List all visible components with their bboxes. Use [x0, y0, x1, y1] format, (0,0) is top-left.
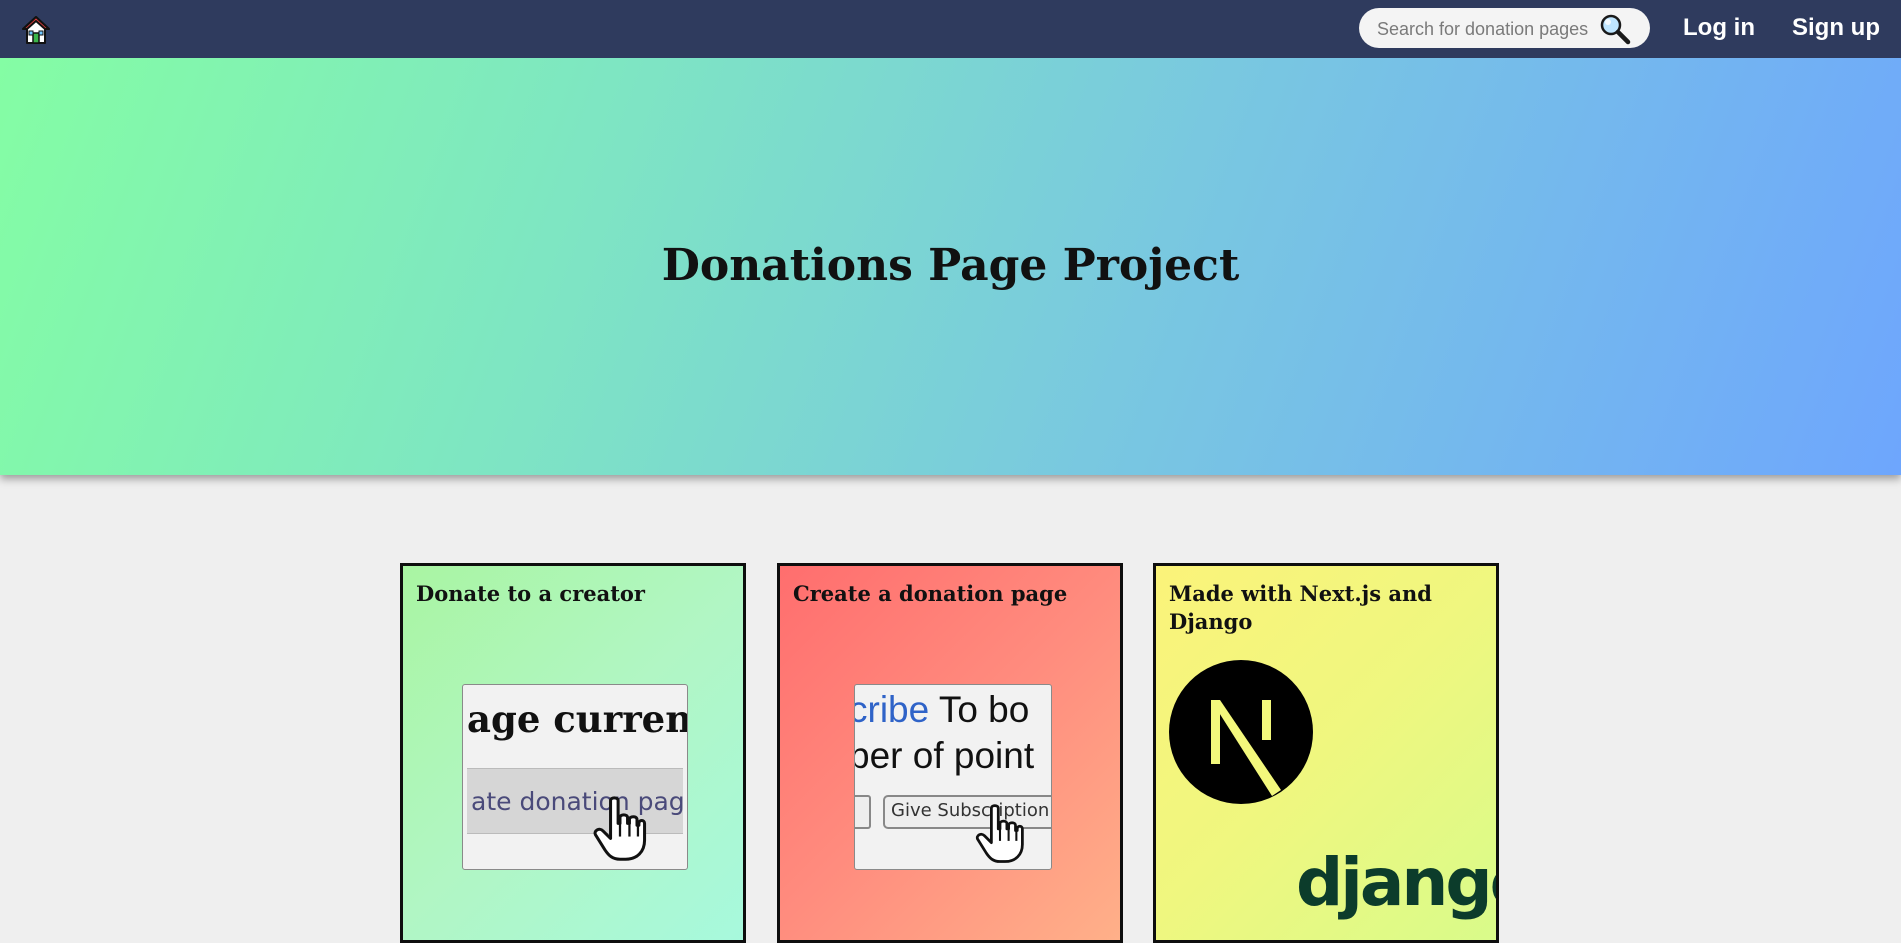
card-title: Create a donation page — [793, 581, 1068, 606]
home-icon[interactable] — [20, 14, 52, 46]
preview-subheading-text: per of point — [854, 735, 1035, 776]
signup-link[interactable]: Sign up — [1792, 13, 1880, 43]
hero-title: Donations Page Project — [661, 240, 1240, 291]
preview-button: ate donation pag — [467, 768, 685, 834]
hand-cursor-icon — [975, 804, 1024, 863]
login-link[interactable]: Log in — [1683, 13, 1755, 43]
preview-button-text: ate donation pag — [471, 787, 685, 816]
hero-banner: Donations Page Project — [0, 58, 1901, 475]
card-title: Donate to a creator — [416, 581, 645, 606]
card-create[interactable]: Create a donation page cribe To bo per o… — [777, 563, 1123, 943]
search-box — [1359, 8, 1650, 50]
card-tech-stack[interactable]: Made with Next.js and Django django — [1153, 563, 1499, 943]
navbar: Log in Sign up — [0, 0, 1901, 58]
card-donate[interactable]: Donate to a creator age currentl ate don… — [400, 563, 746, 943]
hand-cursor-icon — [593, 796, 647, 861]
card-title: Made with Next.js and Django — [1169, 581, 1432, 634]
preview-input-box — [855, 795, 871, 829]
create-preview-image: cribe To bo per of point Give Subscripti… — [854, 684, 1052, 870]
preview-heading-text: age currentl — [467, 697, 688, 741]
nextjs-logo-icon — [1169, 660, 1313, 804]
donate-preview-image: age currentl ate donation pag — [462, 684, 688, 870]
search-input[interactable] — [1375, 8, 1607, 50]
magnifier-icon[interactable] — [1599, 13, 1631, 45]
django-logo: django — [1296, 844, 1496, 921]
preview-heading-text: cribe To bo — [854, 689, 1030, 730]
